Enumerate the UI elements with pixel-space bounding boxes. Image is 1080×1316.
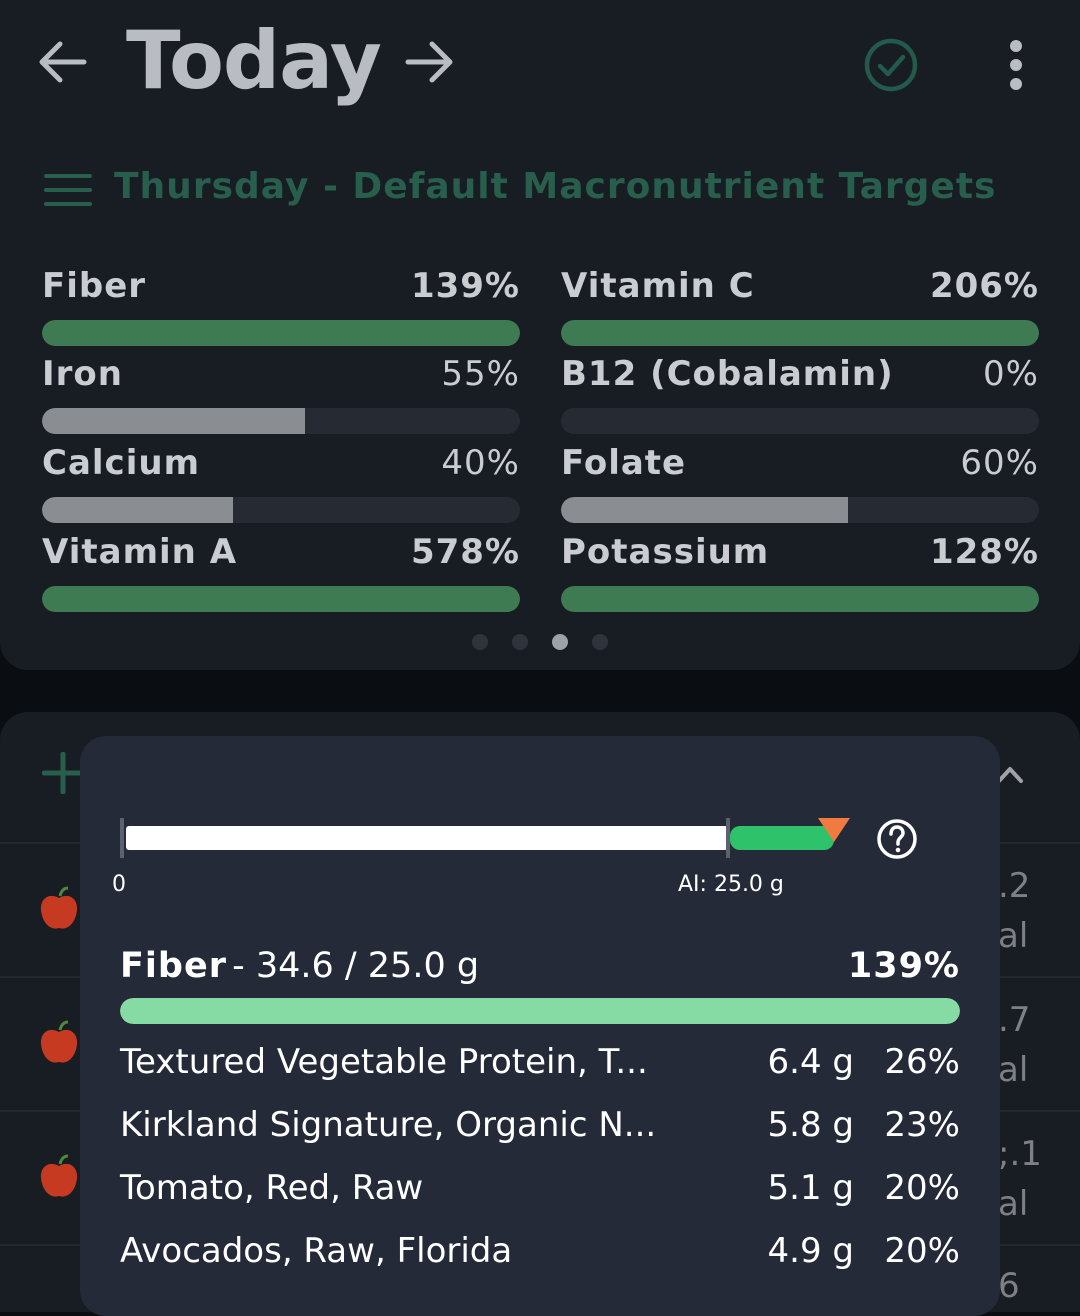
food-grams: 5.8 g bbox=[767, 1105, 854, 1145]
food-grams: 6.4 g bbox=[767, 1042, 854, 1082]
nutrient-detail-popup[interactable]: 0 AI: 25.0 g Fiber - 34.6 / 25.0 g 139% … bbox=[80, 736, 1000, 1316]
food-percent: 20% bbox=[884, 1168, 960, 1208]
nutrient-percent: 139% bbox=[847, 946, 960, 986]
nutrient-name: Folate bbox=[561, 443, 687, 483]
page-dot[interactable] bbox=[472, 634, 488, 650]
food-percent: 20% bbox=[884, 1231, 960, 1271]
nutrient-calcium[interactable]: Calcium 40% bbox=[42, 443, 520, 523]
nutrient-vitamin-a[interactable]: Vitamin A 578% bbox=[42, 532, 520, 612]
plus-icon[interactable] bbox=[42, 752, 84, 794]
nutrient-percent: 139% bbox=[410, 266, 520, 306]
nutrient-percent: 55% bbox=[441, 354, 520, 394]
progress-fill bbox=[42, 408, 305, 434]
nutrient-name: Fiber bbox=[120, 946, 227, 986]
progress-bar bbox=[120, 998, 960, 1024]
nutrient-name: Iron bbox=[42, 354, 123, 394]
progress-fill bbox=[561, 497, 848, 523]
progress-bar bbox=[561, 586, 1039, 612]
food-name: Textured Vegetable Protein, T... bbox=[120, 1042, 648, 1082]
progress-bar bbox=[561, 497, 1039, 523]
progress-bar bbox=[561, 408, 1039, 434]
nutrient-iron[interactable]: Iron 55% bbox=[42, 354, 520, 434]
nutrient-name: Vitamin C bbox=[561, 266, 755, 306]
nutrient-potassium[interactable]: Potassium 128% bbox=[561, 532, 1039, 612]
nutrient-summary: Fiber - 34.6 / 25.0 g 139% bbox=[120, 946, 960, 986]
more-vertical-icon[interactable] bbox=[1000, 36, 1032, 94]
adequate-intake-label: AI: 25.0 g bbox=[678, 872, 784, 897]
progress-fill bbox=[120, 998, 960, 1024]
nutrient-fiber[interactable]: Fiber 139% bbox=[42, 266, 520, 346]
food-percent: 23% bbox=[884, 1105, 960, 1145]
food-contribution-row[interactable]: Tomato, Red, Raw 5.1 g 20% bbox=[120, 1168, 960, 1224]
list-item-value: ;.1 bbox=[998, 1134, 1042, 1174]
nutrient-percent: 128% bbox=[929, 532, 1039, 572]
page-dot[interactable] bbox=[552, 634, 568, 650]
food-contribution-row[interactable]: Avocados, Raw, Florida 4.9 g 20% bbox=[120, 1231, 960, 1287]
targets-selector[interactable]: Thursday - Default Macronutrient Targets bbox=[114, 166, 996, 207]
nutrient-percent: 206% bbox=[929, 266, 1039, 306]
target-range-bar bbox=[120, 818, 850, 858]
nutrient-name: Potassium bbox=[561, 532, 770, 572]
food-grams: 4.9 g bbox=[767, 1231, 854, 1271]
food-contribution-row[interactable]: Textured Vegetable Protein, T... 6.4 g 2… bbox=[120, 1042, 960, 1098]
nutrient-name: B12 (Cobalamin) bbox=[561, 354, 894, 394]
nutrient-name: Vitamin A bbox=[42, 532, 238, 572]
nutrient-percent: 60% bbox=[960, 443, 1039, 483]
progress-fill bbox=[561, 320, 1039, 346]
nutrient-percent: 578% bbox=[410, 532, 520, 572]
progress-bar bbox=[42, 320, 520, 346]
list-item-value: 6 bbox=[998, 1266, 1020, 1306]
page-dot[interactable] bbox=[592, 634, 608, 650]
menu-icon[interactable] bbox=[44, 172, 94, 208]
list-item-unit: al bbox=[998, 1184, 1029, 1224]
page-title: Today bbox=[126, 14, 382, 107]
nutrient-folate[interactable]: Folate 60% bbox=[561, 443, 1039, 523]
help-icon[interactable] bbox=[876, 818, 918, 860]
check-circle-icon[interactable] bbox=[862, 36, 920, 94]
nutrient-name: Calcium bbox=[42, 443, 200, 483]
progress-fill bbox=[42, 497, 234, 523]
nutrient-amount: - 34.6 / 25.0 g bbox=[232, 946, 480, 986]
apple-icon bbox=[40, 886, 78, 929]
nutrient-b12[interactable]: B12 (Cobalamin) 0% bbox=[561, 354, 1039, 434]
daily-summary-card: Today Thursday - Default Macronutrient T… bbox=[0, 0, 1080, 670]
food-percent: 26% bbox=[884, 1042, 960, 1082]
progress-bar bbox=[42, 586, 520, 612]
arrow-left-icon[interactable] bbox=[34, 32, 94, 92]
nutrient-name: Fiber bbox=[42, 266, 147, 306]
food-name: Tomato, Red, Raw bbox=[120, 1168, 424, 1208]
progress-fill bbox=[42, 586, 520, 612]
list-item-value: .7 bbox=[998, 1000, 1031, 1040]
nutrient-vitamin-c[interactable]: Vitamin C 206% bbox=[561, 266, 1039, 346]
progress-bar bbox=[42, 408, 520, 434]
food-name: Avocados, Raw, Florida bbox=[120, 1231, 513, 1271]
page-dot[interactable] bbox=[512, 634, 528, 650]
chevron-up-icon[interactable] bbox=[996, 762, 1024, 786]
arrow-right-icon[interactable] bbox=[398, 32, 458, 92]
apple-icon bbox=[40, 1154, 78, 1197]
list-item-unit: al bbox=[998, 916, 1029, 956]
food-contribution-row[interactable]: Kirkland Signature, Organic N... 5.8 g 2… bbox=[120, 1105, 960, 1161]
progress-bar bbox=[42, 497, 520, 523]
food-name: Kirkland Signature, Organic N... bbox=[120, 1105, 657, 1145]
progress-bar bbox=[561, 320, 1039, 346]
page-indicator[interactable] bbox=[472, 634, 612, 652]
food-grams: 5.1 g bbox=[767, 1168, 854, 1208]
range-min-label: 0 bbox=[112, 872, 126, 897]
progress-fill bbox=[42, 320, 520, 346]
nutrient-percent: 0% bbox=[983, 354, 1039, 394]
list-item-unit: al bbox=[998, 1050, 1029, 1090]
apple-icon bbox=[40, 1020, 78, 1063]
progress-fill bbox=[561, 586, 1039, 612]
list-item-value: .2 bbox=[998, 866, 1031, 906]
nutrient-percent: 40% bbox=[441, 443, 520, 483]
